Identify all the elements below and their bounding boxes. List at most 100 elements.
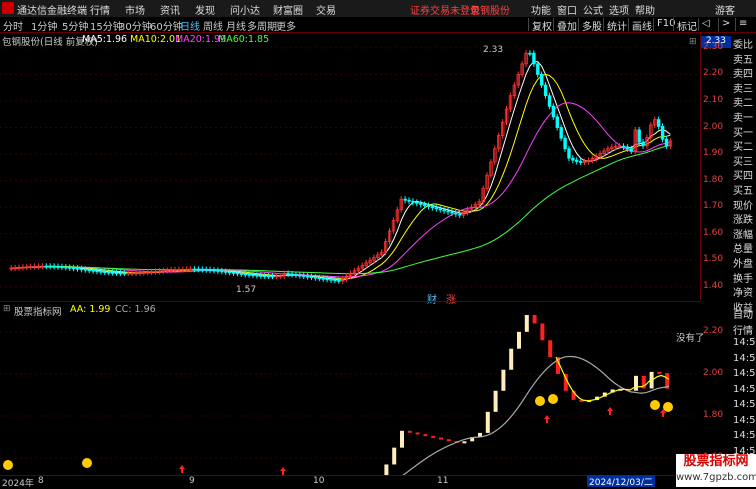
candle-body [103, 271, 107, 274]
draw-line-button[interactable]: 画线 [628, 18, 655, 33]
menu-options[interactable]: 选项 [609, 2, 629, 17]
overlay-button[interactable]: 叠加 [553, 18, 580, 33]
date-label-nov: 11 [437, 476, 449, 486]
guest-label[interactable]: 游客 [715, 2, 735, 17]
candle-body [458, 213, 462, 216]
tick-time-label: 14:5 [733, 430, 756, 441]
candle-body [64, 266, 68, 269]
smiley-icon [548, 394, 558, 404]
period-more[interactable]: 更多 [276, 18, 296, 33]
menu-news[interactable]: 资讯 [160, 2, 180, 17]
indicator-bar [392, 447, 397, 465]
indicator-bar [485, 411, 490, 433]
indicator-bar [532, 315, 537, 324]
info-label: 外盘 [733, 259, 753, 270]
menu-help[interactable]: 帮助 [635, 2, 655, 17]
price-tick: 1.80 [703, 174, 724, 185]
info-label: 委比 [733, 40, 753, 51]
candle-body [259, 275, 263, 277]
candle-body [114, 272, 119, 275]
menu-list-icon[interactable]: ≡ [735, 18, 750, 31]
period-intraday[interactable]: 分时 [3, 18, 23, 33]
info-label: 买三 [733, 156, 753, 168]
period-30min[interactable]: 30分钟 [119, 18, 152, 33]
adjust-button[interactable]: 复权 [528, 18, 555, 33]
info-label: 涨幅 [733, 229, 753, 241]
indicator-bar [423, 434, 428, 437]
multi-stock-button[interactable]: 多股 [578, 18, 605, 33]
candle-body [111, 272, 115, 274]
menu-formula[interactable]: 公式 [583, 2, 603, 17]
candle-body [313, 276, 318, 279]
candle-body [48, 265, 52, 268]
rise-marker[interactable]: 涨 [446, 291, 456, 306]
indicator-bar [509, 348, 514, 370]
period-60min[interactable]: 60分钟 [150, 18, 183, 33]
info-label: 净资 [733, 288, 753, 300]
smiley-icon [663, 402, 673, 412]
candle-body [309, 276, 314, 279]
indicator-bar [493, 390, 498, 412]
mark-button[interactable]: 标记 [673, 18, 700, 33]
smiley-icon [82, 458, 92, 468]
price-tick: 1.40 [703, 280, 724, 291]
indicator-bar [439, 437, 443, 440]
tick-time-label: 行情 [733, 325, 753, 337]
menu-discover[interactable]: 发现 [195, 2, 215, 17]
menu-wealth[interactable]: 财富圈 [273, 2, 303, 17]
menu-market[interactable]: 市场 [125, 2, 145, 17]
candle-body [91, 269, 95, 272]
candle-body [122, 272, 127, 275]
candle-body [99, 270, 103, 273]
indicator-bar [446, 439, 451, 442]
candle-body [208, 269, 212, 272]
info-label: 现价 [733, 200, 753, 212]
candle-body [442, 209, 446, 212]
candle-body [415, 201, 419, 204]
period-daily[interactable]: 日线 [180, 18, 200, 33]
candle-body [68, 266, 72, 269]
next-icon[interactable]: > [718, 18, 733, 31]
period-multi[interactable]: 多周期 [247, 18, 277, 33]
candle-body [212, 269, 216, 272]
collapse-left-icon[interactable]: ◁ [698, 18, 713, 31]
info-label: 卖二 [733, 98, 753, 110]
candle-body [540, 74, 544, 86]
tick-time-label: 14:5 [733, 399, 756, 410]
period-5min[interactable]: 5分钟 [62, 18, 88, 33]
candle-body [118, 272, 123, 275]
stats-button[interactable]: 统计 [603, 18, 630, 33]
menu-quotes[interactable]: 行情 [90, 2, 110, 17]
info-label: 买一 [733, 127, 753, 139]
candle-body [239, 273, 244, 275]
period-weekly[interactable]: 周线 [203, 18, 223, 33]
candle-body [83, 268, 88, 271]
indicator-bar [657, 371, 662, 374]
menu-window[interactable]: 窗口 [557, 2, 577, 17]
menu-wenxiaoda[interactable]: 问小达 [230, 2, 260, 17]
ma20-line [11, 102, 671, 278]
menu-trade[interactable]: 交易 [316, 2, 336, 17]
date-label-sep: 9 [189, 476, 195, 486]
period-1min[interactable]: 1分钟 [31, 18, 57, 33]
tick-time-label: 14:5 [733, 368, 756, 379]
candle-body [419, 203, 423, 205]
candle-body [411, 200, 415, 203]
indicator-bar [462, 441, 467, 444]
sub-tick: 2.20 [703, 325, 724, 336]
period-15min[interactable]: 15分钟 [90, 18, 123, 33]
finance-marker[interactable]: 财 [427, 291, 437, 306]
date-label-oct: 10 [313, 476, 325, 486]
info-label: 换手 [733, 273, 753, 285]
candle-body [216, 270, 220, 272]
period-monthly[interactable]: 月线 [226, 18, 246, 33]
candle-body [657, 119, 661, 127]
cc-label: CC: 1.96 [115, 304, 156, 315]
sub-expand-icon[interactable]: ⊞ [3, 304, 11, 314]
candle-body [196, 268, 201, 271]
ma60-line [11, 144, 671, 275]
candle-body [430, 206, 435, 209]
date-label-year: 2024年 [2, 479, 34, 489]
watermark-logo: 股票指标网 www.7gpzb.com [676, 454, 756, 487]
menu-function[interactable]: 功能 [531, 2, 551, 17]
